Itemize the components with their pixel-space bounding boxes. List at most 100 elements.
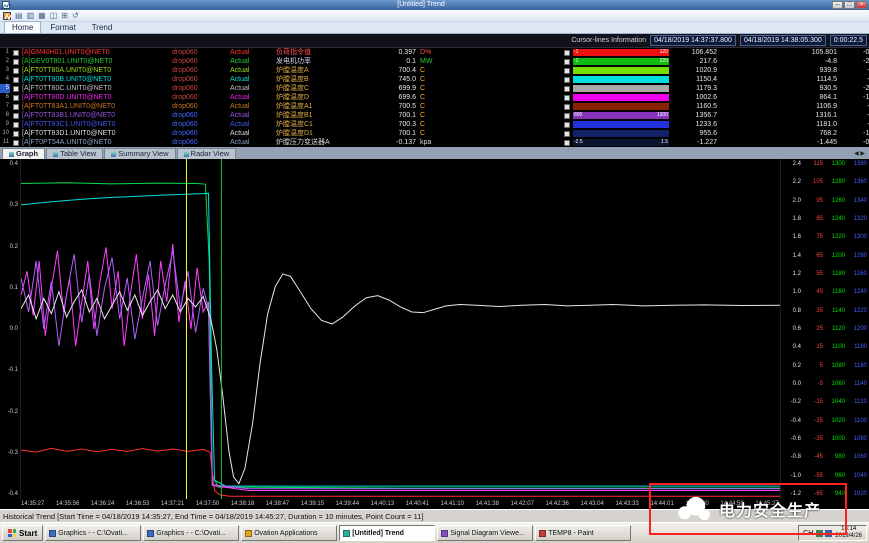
print-icon[interactable]: ◫: [50, 11, 58, 21]
window-titlebar[interactable]: [Untitled] Trend ─□×: [0, 0, 869, 10]
cursor-panel-checkbox[interactable]: [564, 50, 570, 56]
cursor-panel-checkbox[interactable]: [564, 77, 570, 83]
point-checkbox[interactable]: [13, 86, 19, 92]
taskbar-item-label: Graphics - - C:\Ovati...: [156, 530, 226, 537]
trend-plot-svg[interactable]: [21, 159, 780, 499]
point-description: 炉膛温度B1: [276, 111, 374, 120]
taskbar-item-untitled-trend[interactable]: [Untitled] Trend: [339, 525, 435, 541]
right-axis-label: 1200: [827, 253, 845, 259]
cursor-panel-checkbox[interactable]: [564, 122, 570, 128]
point-checkbox[interactable]: [13, 140, 19, 146]
cursor2-value: 930.5: [717, 84, 837, 93]
table-row[interactable]: 3[A]FT0TT80A.UNIT0@NET0drop060Actual炉膛温度…: [0, 66, 869, 75]
taskbar-item-graphics-c-ovati[interactable]: Graphics - - C:\Ovati...: [143, 525, 239, 541]
table-row[interactable]: 2[A]GEV0T801.UNIT0@NET0drop060Actual发电机功…: [0, 57, 869, 66]
point-checkbox[interactable]: [13, 122, 19, 128]
ribbon-tab-format[interactable]: Format: [43, 22, 82, 33]
cursor2-value: 1181.0: [717, 120, 837, 129]
maximize-button[interactable]: □: [844, 1, 855, 9]
point-drop: drop060: [172, 66, 230, 75]
point-description: 炉膛温度C: [276, 84, 374, 93]
right-axis-label: 1100: [827, 344, 845, 350]
taskbar-item-graphics-c-ovati[interactable]: Graphics - - C:\Ovati...: [45, 525, 141, 541]
point-mode: Actual: [230, 111, 276, 120]
range-bar: [573, 67, 669, 74]
right-axis-label: 2.4: [783, 161, 801, 167]
minimize-button[interactable]: ─: [832, 1, 843, 9]
table-row[interactable]: 7[A]FT0TT83A1.UNIT0@NET0drop060Actual炉膛温…: [0, 102, 869, 111]
cursor-panel-checkbox[interactable]: [564, 95, 570, 101]
cursor2-time-field[interactable]: 04/18/2019 14:38:05.300: [740, 35, 826, 46]
point-mode: Actual: [230, 57, 276, 66]
point-description: 炉膛温度D: [276, 93, 374, 102]
tab-table-view[interactable]: Table View: [46, 148, 103, 159]
table-row[interactable]: 10[A]FT0TT83D1.UNIT0@NET0drop060Actual炉膛…: [0, 129, 869, 138]
tab-scroll-arrows[interactable]: ◀ ▶: [854, 150, 867, 159]
cursor-panel-checkbox[interactable]: [564, 59, 570, 65]
left-axis-label: -0.4: [0, 491, 18, 497]
watermark-text: 电力安全生产: [719, 497, 821, 521]
tab-radar-view[interactable]: Radar View: [177, 148, 237, 159]
table-row[interactable]: 5[A]FT0TT80C.UNIT0@NET0drop060Actual炉膛温度…: [0, 84, 869, 93]
cursor-panel-checkbox[interactable]: [564, 131, 570, 137]
table-row[interactable]: 6[A]FT0TT80D.UNIT0@NET0drop060Actual炉膛温度…: [0, 93, 869, 102]
tab-summary-view[interactable]: Summary View: [104, 148, 175, 159]
cursor-panel-checkbox[interactable]: [564, 113, 570, 119]
point-checkbox[interactable]: [13, 113, 19, 119]
point-checkbox[interactable]: [13, 68, 19, 74]
right-axis-label: 55: [805, 271, 823, 277]
table-view-tab-icon: [53, 152, 58, 157]
point-checkbox[interactable]: [13, 50, 19, 56]
cursor2-value: 768.2: [717, 129, 837, 138]
right-axis-label: -55: [805, 473, 823, 479]
refresh-icon[interactable]: ↺: [72, 11, 79, 21]
table-row[interactable]: 4[A]FT0TT80B.UNIT0@NET0drop060Actual炉膛温度…: [0, 75, 869, 84]
cursor-panel-checkbox[interactable]: [564, 104, 570, 110]
cursor1-time-field[interactable]: 04/18/2019 14:37:37.800: [650, 35, 736, 46]
point-drop: drop060: [172, 57, 230, 66]
point-name: [A]FT0TT80B.UNIT0@NET0: [22, 75, 172, 84]
ribbon-tab-home[interactable]: Home: [4, 21, 41, 33]
point-checkbox[interactable]: [13, 131, 19, 137]
taskbar-item-signal-diagram-viewe[interactable]: Signal Diagram Viewe...: [437, 525, 533, 541]
ribbon-tab-trend[interactable]: Trend: [85, 22, 120, 33]
add-point-icon[interactable]: ⊞: [61, 11, 68, 21]
taskbar-item-ovation-applications[interactable]: Ovation Applications: [241, 525, 337, 541]
right-axis-label: 1060: [849, 454, 867, 460]
tab-graph[interactable]: Graph: [2, 148, 45, 159]
cursor-panel-checkbox[interactable]: [564, 86, 570, 92]
right-axis-label: 1000: [827, 436, 845, 442]
point-checkbox[interactable]: [13, 77, 19, 83]
close-button[interactable]: ×: [856, 1, 867, 9]
taskbar-item-icon: [441, 530, 448, 537]
point-description: 炉膛温度A: [276, 66, 374, 75]
start-button[interactable]: Start: [2, 525, 43, 541]
table-row[interactable]: 9[A]FT0TT83C1.UNIT0@NET0drop060Actual炉膛温…: [0, 120, 869, 129]
table-row[interactable]: 1[A]GM40H01.UNIT0@NET0drop060Actual负荷指令值…: [0, 48, 869, 57]
point-value: 700.5: [374, 102, 420, 111]
watermark-annotation-box: 电力安全生产: [649, 483, 847, 535]
point-checkbox[interactable]: [13, 104, 19, 110]
left-axis-label: -0.1: [0, 367, 18, 373]
time-axis-label: 14:40:13: [371, 499, 394, 509]
table-row[interactable]: 8[A]FT0TT83B1.UNIT0@NET0drop060Actual炉膛温…: [0, 111, 869, 120]
save-icon[interactable]: ▦: [38, 11, 46, 21]
cursor-lines-label: Cursor-lines Information: [571, 37, 646, 44]
point-value: 745.0: [374, 75, 420, 84]
taskbar-item-temp8-paint[interactable]: TEMP8 - Paint: [535, 525, 631, 541]
quick-access-toolbar: ▤ ▥▦ ◫⊞ ↺: [0, 10, 869, 22]
right-axis-label: -0.4: [783, 418, 801, 424]
new-trend-icon[interactable]: ▤: [15, 11, 23, 21]
point-checkbox[interactable]: [13, 95, 19, 101]
screen: [Untitled] Trend ─□× ▤ ▥▦ ◫⊞ ↺ HomeFormatTr…: [0, 0, 869, 543]
plot-area[interactable]: [20, 159, 781, 499]
right-axis-label: 1.8: [783, 216, 801, 222]
table-row[interactable]: 11[A]FT0PT54A.UNIT0@NET0drop060Actual炉膛压…: [0, 138, 869, 147]
point-checkbox[interactable]: [13, 59, 19, 65]
cursor-panel-checkbox[interactable]: [564, 68, 570, 74]
app-menu-icon[interactable]: [3, 12, 11, 20]
right-axis-label: 1220: [827, 234, 845, 240]
cursor-panel-checkbox[interactable]: [564, 140, 570, 146]
open-icon[interactable]: ▥: [27, 11, 35, 21]
taskbar-item-icon: [539, 530, 546, 537]
